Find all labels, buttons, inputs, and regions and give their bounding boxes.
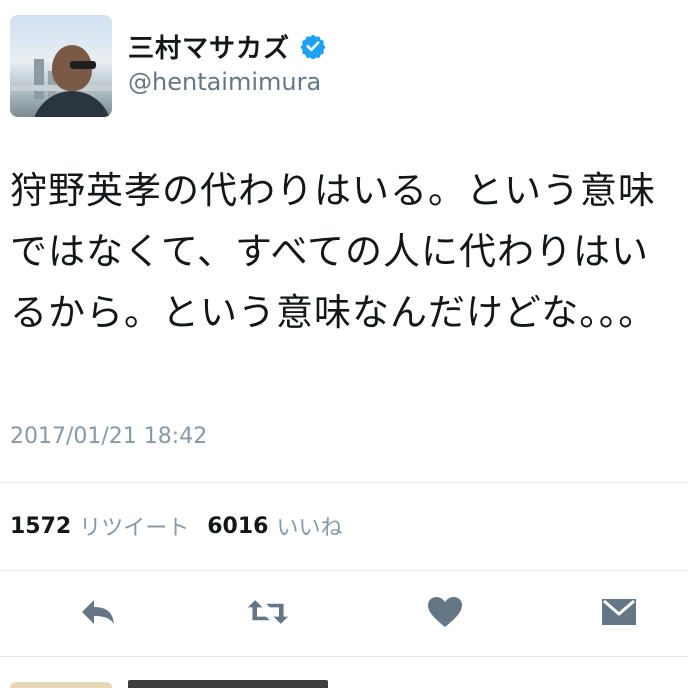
engagement-stats: 1572 リツイート 6016 いいね <box>10 510 361 542</box>
divider <box>0 656 688 657</box>
reply-icon <box>82 600 114 624</box>
retweet-button[interactable] <box>246 594 290 630</box>
author-name-row[interactable]: 三村マサカズ <box>128 28 326 64</box>
display-name[interactable]: 三村マサカズ <box>128 28 290 65</box>
retweet-count-label[interactable]: リツイート <box>79 510 189 542</box>
retweet-icon <box>247 600 289 624</box>
like-count[interactable]: 6016 <box>207 514 268 539</box>
dm-icon <box>602 599 636 625</box>
like-button[interactable] <box>423 594 467 630</box>
next-tweet-preview[interactable] <box>0 676 688 688</box>
like-icon <box>428 597 462 627</box>
retweet-count[interactable]: 1572 <box>10 514 71 539</box>
author-handle[interactable]: @hentaimimura <box>128 68 321 96</box>
avatar[interactable] <box>10 15 112 117</box>
tweet-timestamp[interactable]: 2017/01/21 18:42 <box>10 424 207 449</box>
avatar-body <box>32 91 112 117</box>
divider <box>0 570 688 571</box>
avatar-sunglasses <box>70 61 96 69</box>
like-count-label[interactable]: いいね <box>276 510 342 542</box>
tweet-text: 狩野英孝の代わりはいる。という意味ではなくて、すべての人に代わりはいるから。とい… <box>10 169 657 334</box>
next-tweet-avatar[interactable] <box>10 682 112 688</box>
divider <box>0 482 688 483</box>
reply-button[interactable] <box>76 594 120 630</box>
avatar-background-building <box>34 59 44 99</box>
tweet-actions-bar <box>0 580 688 644</box>
next-tweet-author-name[interactable] <box>128 680 328 688</box>
verified-badge-icon <box>300 34 326 59</box>
direct-message-button[interactable] <box>597 594 641 630</box>
